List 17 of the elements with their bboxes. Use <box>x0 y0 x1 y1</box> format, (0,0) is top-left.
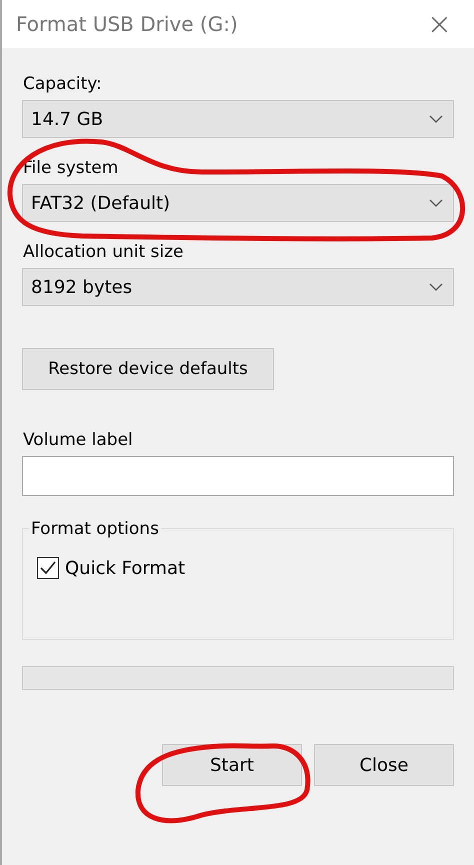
restore-defaults-button[interactable]: Restore device defaults <box>22 348 274 390</box>
chevron-down-icon <box>429 283 443 291</box>
checkbox-label[interactable]: Quick Format <box>65 558 186 578</box>
chevron-down-icon <box>429 199 443 207</box>
chevron-down-icon <box>429 115 443 123</box>
volume-label-field[interactable] <box>22 456 454 496</box>
field-label: Volume label <box>23 430 134 450</box>
dialog-button[interactable]: Close <box>314 744 454 786</box>
dropdown[interactable]: 14.7 GB <box>22 100 454 138</box>
dropdown[interactable]: 8192 bytes <box>22 268 454 306</box>
field-label: Allocation unit size <box>23 242 185 262</box>
checkbox[interactable] <box>37 557 59 579</box>
close-button[interactable]: × <box>418 6 460 42</box>
group-title: Format options <box>29 519 161 539</box>
window-title: Format USB Drive (G:) <box>16 12 238 36</box>
field-label: Capacity: <box>23 74 103 94</box>
dropdown[interactable]: FAT32 (Default) <box>22 184 454 222</box>
